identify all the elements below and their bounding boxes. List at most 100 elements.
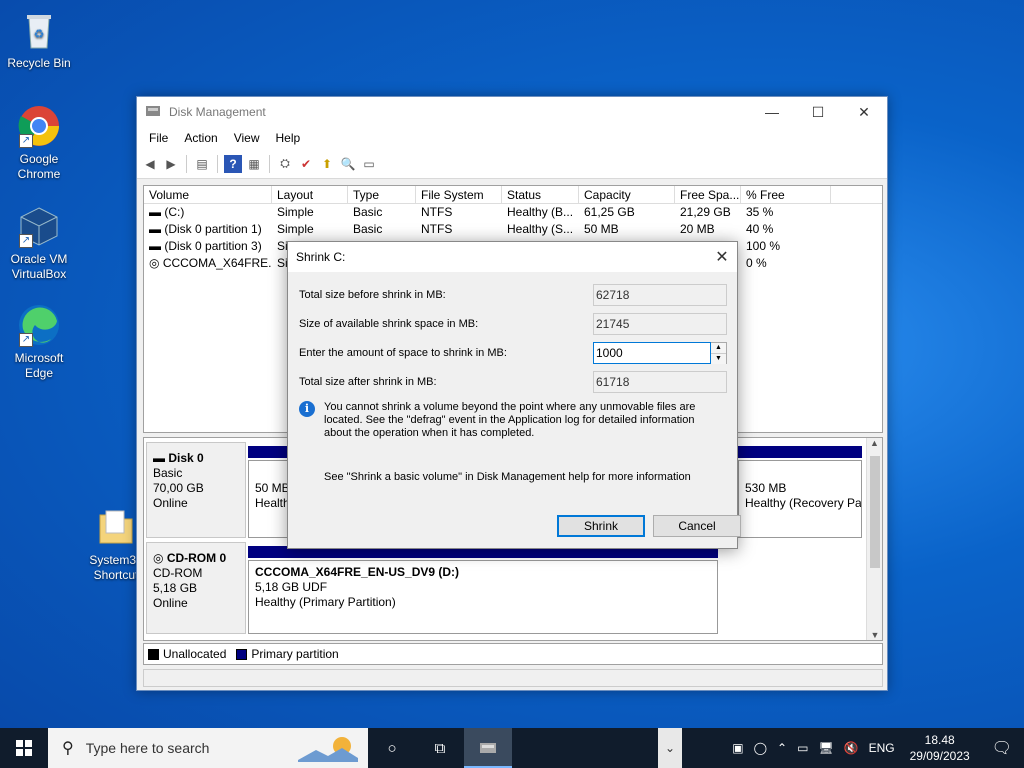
forward-arrow-icon[interactable]: ▶	[162, 155, 180, 173]
column-status[interactable]: Status	[502, 186, 579, 203]
shrink-button[interactable]: Shrink	[557, 515, 645, 537]
table-row[interactable]: ▬ (C:) Simple Basic NTFS Healthy (B... 6…	[144, 204, 882, 221]
start-button[interactable]	[0, 728, 48, 768]
column-file-system[interactable]: File System	[416, 186, 502, 203]
shrink-amount-input[interactable]: 1000	[593, 342, 711, 364]
view-icon[interactable]: ▭	[360, 155, 378, 173]
people-icon[interactable]: ◯	[749, 741, 772, 755]
spin-down-icon[interactable]: ▼	[711, 354, 726, 364]
system-tray: ▣ ◯ ⌃ ▭ 🖥 🔇 ENG 18.48 29/09/2023 🗨	[727, 728, 1024, 768]
up-folder-icon[interactable]: ⬆	[318, 155, 336, 173]
edge-icon: ↗	[17, 303, 61, 347]
desktop-icon-chrome[interactable]: ↗ Google Chrome	[1, 104, 77, 182]
help-text: See "Shrink a basic volume" in Disk Mana…	[324, 471, 691, 483]
toolbar: ◀ ▶ ▤ ? ▦ ⛭ ✔ ⬆ 🔍 ▭	[137, 149, 887, 179]
show-hidden-icons[interactable]: ⌃	[772, 741, 792, 755]
back-arrow-icon[interactable]: ◀	[141, 155, 159, 173]
menu-bar: File Action View Help	[137, 127, 887, 149]
cortana-icon[interactable]: ○	[368, 728, 416, 768]
legend-primary-partition: Primary partition	[251, 647, 339, 661]
primary-partition-swatch	[236, 648, 248, 660]
disk-0-label[interactable]: ▬ Disk 0 Basic 70,00 GB Online	[146, 442, 246, 538]
language-indicator[interactable]: ENG	[864, 741, 900, 755]
cd-drive-icon: ◎	[153, 551, 167, 565]
search-folder-icon[interactable]: 🔍	[339, 155, 357, 173]
menu-action[interactable]: Action	[176, 131, 225, 145]
legend-unallocated: Unallocated	[163, 647, 227, 661]
available-row: Size of available shrink space in MB: 21…	[299, 313, 729, 335]
disk-0-partition-1[interactable]: 50 MB Health	[248, 460, 292, 538]
menu-view[interactable]: View	[226, 131, 268, 145]
desktop-icon-label: Microsoft Edge	[14, 351, 64, 380]
desktop-icon-recycle-bin[interactable]: ♻ Recycle Bin	[1, 8, 77, 71]
drive-icon: ▬	[149, 205, 165, 219]
windows-logo-icon	[16, 740, 32, 756]
column-capacity[interactable]: Capacity	[579, 186, 675, 203]
volume-muted-icon[interactable]: 🔇	[839, 741, 864, 755]
chrome-icon: ↗	[17, 104, 61, 148]
spin-up-icon[interactable]: ▲	[711, 343, 726, 354]
graphical-view-scrollbar[interactable]: ▲ ▼	[866, 438, 882, 640]
taskbar-disk-management[interactable]	[464, 728, 512, 768]
news-icon[interactable]: ▣	[727, 741, 748, 755]
close-button[interactable]: ✕	[841, 97, 887, 127]
checklist-icon[interactable]: ✔	[297, 155, 315, 173]
shrink-dialog: Shrink C: ✕ Total size before shrink in …	[287, 241, 741, 549]
help-icon[interactable]: ?	[224, 154, 242, 173]
table-row[interactable]: ▬ (Disk 0 partition 1) Simple Basic NTFS…	[144, 221, 882, 238]
menu-file[interactable]: File	[141, 131, 176, 145]
total-after-row: Total size after shrink in MB: 61718	[299, 371, 729, 393]
cd-drive-icon: ◎	[149, 256, 163, 270]
clock[interactable]: 18.48 29/09/2023	[900, 732, 980, 764]
network-icon[interactable]: 🖥	[813, 741, 838, 755]
available-shrink-field: 21745	[593, 313, 727, 335]
console-tree-icon[interactable]: ▤	[193, 155, 211, 173]
cancel-button[interactable]: Cancel	[653, 515, 741, 537]
volume-list-header: Volume Layout Type File System Status Ca…	[144, 186, 882, 204]
dialog-close-button[interactable]: ✕	[707, 247, 737, 267]
drive-icon: ▬	[149, 239, 165, 253]
disk-0-partition-3[interactable]: 530 MB Healthy (Recovery Pa	[738, 460, 862, 538]
shortcut-arrow-icon: ↗	[19, 134, 33, 148]
amount-row: Enter the amount of space to shrink in M…	[299, 342, 729, 364]
cdrom-0-volume[interactable]: CCCOMA_X64FRE_EN-US_DV9 (D:) 5,18 GB UDF…	[248, 560, 718, 634]
partition-legend: Unallocated Primary partition	[143, 643, 883, 665]
chevron-down-icon[interactable]: ⌄	[658, 728, 682, 768]
disk-management-app-icon	[145, 104, 161, 121]
minimize-button[interactable]: —	[749, 97, 795, 127]
window-titlebar[interactable]: Disk Management — ☐ ✕	[137, 97, 887, 127]
window-title: Disk Management	[169, 105, 266, 119]
column-free-space[interactable]: Free Spa...	[675, 186, 741, 203]
menu-help[interactable]: Help	[268, 131, 309, 145]
connect-icon[interactable]: ⛭	[276, 155, 294, 173]
shortcut-arrow-icon: ↗	[19, 333, 33, 347]
search-input[interactable]: Type here to search	[86, 740, 210, 756]
scroll-down-icon[interactable]: ▼	[867, 630, 882, 640]
desktop-icon-label: Recycle Bin	[7, 56, 71, 70]
disk-management-icon	[480, 743, 496, 753]
properties-icon[interactable]: ▦	[245, 155, 263, 173]
scroll-up-icon[interactable]: ▲	[867, 438, 882, 448]
column-volume[interactable]: Volume	[144, 186, 272, 203]
column-layout[interactable]: Layout	[272, 186, 348, 203]
meet-now-icon[interactable]: ▭	[792, 741, 813, 755]
info-icon: i	[299, 401, 315, 417]
virtualbox-icon: ↗	[17, 204, 61, 248]
search-icon: ⚲	[62, 740, 74, 757]
recycle-bin-icon: ♻	[17, 8, 61, 52]
column-type[interactable]: Type	[348, 186, 416, 203]
scrollbar-thumb[interactable]	[870, 456, 880, 568]
maximize-button[interactable]: ☐	[795, 97, 841, 127]
task-view-icon[interactable]: ⧉	[416, 728, 464, 768]
cdrom-0-label[interactable]: ◎ CD-ROM 0 CD-ROM 5,18 GB Online	[146, 542, 246, 634]
taskbar-search[interactable]: ⚲ Type here to search	[48, 728, 368, 768]
desktop-icon-label: Google Chrome	[17, 152, 61, 181]
column-percent-free[interactable]: % Free	[741, 186, 831, 203]
taskbar: ⚲ Type here to search ○ ⧉ ⌄ ▣ ◯ ⌃ ▭ 🖥 🔇 …	[0, 728, 1024, 768]
shrink-amount-stepper[interactable]: 1000 ▲ ▼	[593, 342, 727, 364]
notification-icon[interactable]: 🗨	[980, 738, 1024, 758]
dialog-titlebar[interactable]: Shrink C: ✕	[288, 242, 737, 272]
desktop-icon-edge[interactable]: ↗ Microsoft Edge	[1, 303, 77, 381]
desktop-icon-virtualbox[interactable]: ↗ Oracle VM VirtualBox	[1, 204, 77, 282]
unallocated-swatch	[148, 648, 159, 660]
